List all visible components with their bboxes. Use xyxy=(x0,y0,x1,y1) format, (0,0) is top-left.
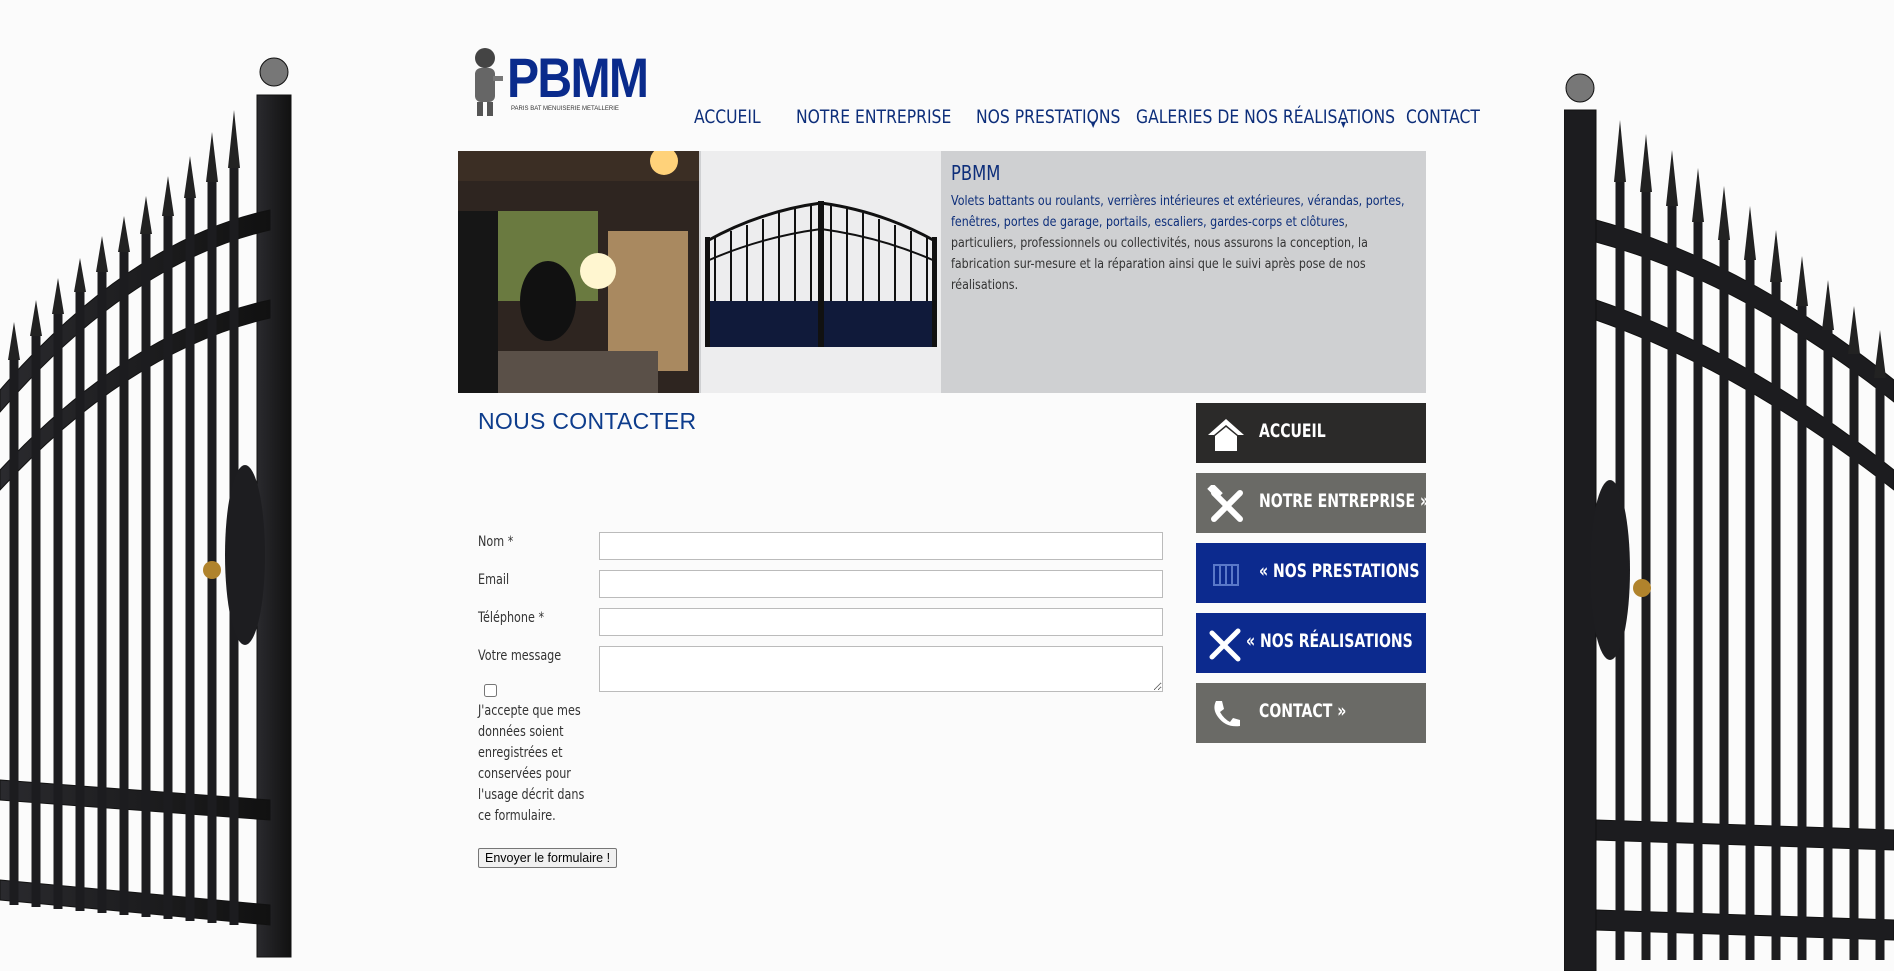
submenu-caret-icon: ▼ xyxy=(1090,120,1096,129)
site-logo[interactable]: PBMM PARIS BAT MENUISERIE METALLERIE xyxy=(465,46,649,118)
name-label: Nom * xyxy=(478,534,514,550)
nav-accueil[interactable]: ACCUEIL xyxy=(694,104,761,134)
nav-contact[interactable]: CONTACT xyxy=(1406,104,1480,134)
main-navigation: ACCUEIL NOTRE ENTREPRISE NOS PRESTATIONS… xyxy=(694,104,1506,134)
banner-text-block: PBMM Volets battants ou roulants, verriè… xyxy=(951,159,1419,296)
sidebar-item-entreprise[interactable]: NOTRE ENTREPRISE » xyxy=(1196,473,1430,533)
welder-figure-icon xyxy=(475,48,503,116)
message-label: Votre message xyxy=(478,648,562,664)
nav-notre-entreprise[interactable]: NOTRE ENTREPRISE xyxy=(796,104,951,134)
banner-description: Volets battants ou roulants, verrières i… xyxy=(951,191,1410,296)
page-title: NOUS CONTACTER xyxy=(478,408,697,434)
gate-product-photo xyxy=(701,151,941,393)
tools-icon xyxy=(1207,485,1243,522)
name-input[interactable] xyxy=(599,532,1163,560)
welder-photo xyxy=(458,151,699,393)
sidebar-label: CONTACT » xyxy=(1259,700,1347,722)
email-label: Email xyxy=(478,572,510,588)
phone-label: Téléphone * xyxy=(478,610,545,626)
left-gate-image xyxy=(0,0,300,971)
consent-label: J'accepte que mes données soient enregis… xyxy=(478,703,585,824)
message-textarea[interactable] xyxy=(599,646,1163,692)
sidebar-item-contact[interactable]: CONTACT » xyxy=(1196,683,1426,743)
ruler-pencil-icon xyxy=(1209,628,1241,662)
banner-title: PBMM xyxy=(951,161,1001,185)
consent-block: J'accepte que mes données soient enregis… xyxy=(478,684,598,827)
consent-checkbox[interactable] xyxy=(484,684,497,697)
logo-tagline: PARIS BAT MENUISERIE METALLERIE xyxy=(511,106,619,112)
home-icon xyxy=(1208,419,1244,451)
logo-text: PBMM xyxy=(507,46,649,109)
submit-button[interactable]: Envoyer le formulaire ! xyxy=(478,848,618,868)
email-input[interactable] xyxy=(599,570,1163,598)
sidebar-item-accueil[interactable]: ACCUEIL xyxy=(1196,403,1426,463)
phone-icon xyxy=(1214,701,1240,727)
nav-galeries[interactable]: GALERIES DE NOS RÉALISATIONS ▼ xyxy=(1136,104,1395,134)
banner-description-highlight: Volets battants ou roulants, verrières i… xyxy=(951,193,1405,230)
nav-nos-prestations[interactable]: NOS PRESTATIONS ▼ xyxy=(976,104,1120,134)
sidebar-menu: ACCUEIL NOTRE ENTREPRISE » « NOS PRESTAT… xyxy=(1196,403,1430,753)
sidebar-label: « NOS RÉALISATIONS xyxy=(1246,630,1413,652)
sidebar-item-realisations[interactable]: « NOS RÉALISATIONS xyxy=(1196,613,1426,673)
submenu-caret-icon: ▼ xyxy=(1340,120,1346,129)
phone-input[interactable] xyxy=(599,608,1163,636)
header-banner: PBMM Volets battants ou roulants, verriè… xyxy=(458,151,1426,393)
gate-icon xyxy=(1213,564,1239,586)
right-gate-image xyxy=(1564,0,1894,971)
sidebar-label: NOTRE ENTREPRISE » xyxy=(1259,490,1430,512)
sidebar-label: « NOS PRESTATIONS xyxy=(1259,560,1420,582)
sidebar-label: ACCUEIL xyxy=(1259,420,1326,442)
sidebar-item-prestations[interactable]: « NOS PRESTATIONS xyxy=(1196,543,1426,603)
